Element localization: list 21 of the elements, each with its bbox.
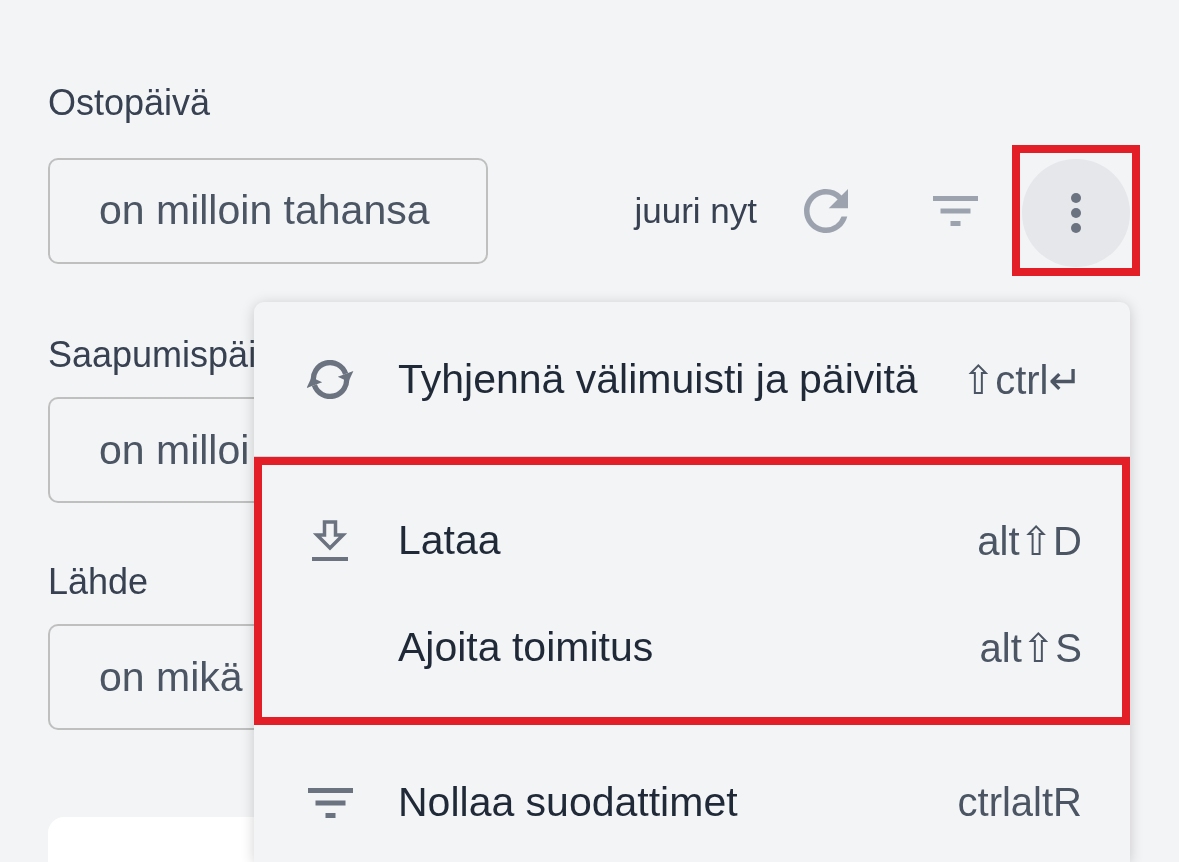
shortcut-text: alt⇧S <box>978 624 1082 671</box>
menu-item[interactable]: Nollaa suodattimet ctrlaltR <box>254 749 1130 856</box>
shortcut-text: ctrlaltR <box>956 780 1082 825</box>
sync-icon <box>305 360 355 399</box>
filter-icon <box>307 787 353 818</box>
filter-label: Saapumispäi <box>48 335 254 375</box>
download-icon <box>312 519 348 562</box>
last-updated-text: juuri nyt <box>634 190 757 231</box>
filter-field[interactable]: on milloin tahansa <box>48 157 488 264</box>
menu-item[interactable]: Ajoita toimitus alt⇧S <box>262 594 1122 701</box>
filter-label: Ostopäivä <box>48 83 211 123</box>
more-icon <box>1071 193 1081 233</box>
filter-icon[interactable] <box>933 195 978 226</box>
menu-item[interactable]: Tyhjennä välimuisti ja päivitä ⇧ctrl↵ <box>254 326 1130 433</box>
filter-label: Lähde <box>48 562 150 602</box>
shortcut-text: ⇧ctrl↵ <box>960 356 1082 403</box>
more-button[interactable] <box>1022 159 1130 267</box>
menu-item[interactable]: Lataa alt⇧D <box>262 487 1122 594</box>
filter-field[interactable]: on mikä <box>48 624 254 730</box>
shortcut-text: alt⇧D <box>976 517 1082 564</box>
refresh-icon[interactable] <box>804 188 848 233</box>
